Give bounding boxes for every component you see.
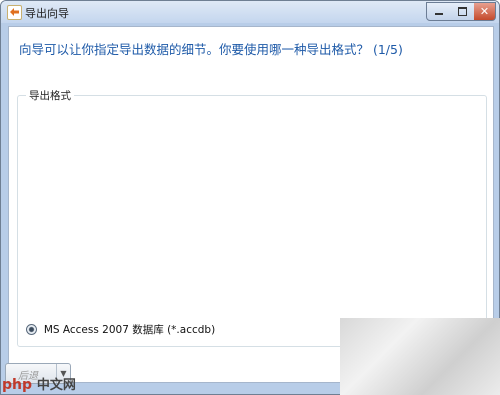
format-option-accdb[interactable]: MS Access 2007 数据库 (*.accdb) — [26, 322, 215, 337]
close-icon: ✕ — [479, 5, 490, 18]
export-format-group: 导出格式 MS Access 2007 数据库 (*.accdb) — [17, 88, 487, 347]
minimize-button[interactable] — [426, 2, 452, 21]
window-title: 导出向导 — [25, 7, 69, 20]
watermark-overlay — [340, 318, 500, 395]
wizard-app-icon — [7, 5, 22, 20]
title-bar: 导出向导 ✕ — [1, 1, 499, 23]
php-watermark-logo: php 中文网 — [2, 374, 76, 393]
format-option-label: MS Access 2007 数据库 (*.accdb) — [43, 324, 216, 336]
wizard-question: 向导可以让你指定导出数据的细节。你要使用哪一种导出格式？ (1/5) — [19, 42, 403, 57]
radio-selected-icon[interactable] — [26, 324, 37, 335]
php-logo-text: php — [2, 377, 33, 393]
php-site-text: 中文网 — [36, 378, 76, 393]
maximize-button[interactable] — [450, 2, 475, 21]
close-button[interactable]: ✕ — [474, 2, 496, 21]
group-label: 导出格式 — [26, 88, 74, 103]
